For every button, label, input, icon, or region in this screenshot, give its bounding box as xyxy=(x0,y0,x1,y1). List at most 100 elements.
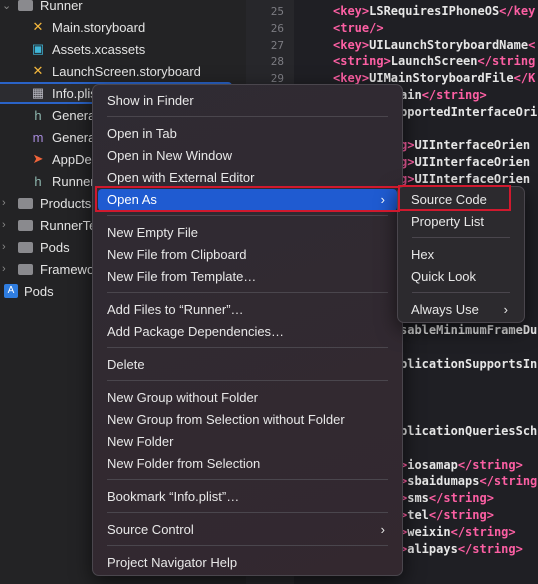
code-token: </string> xyxy=(450,524,516,539)
menu-item-open-in-tab[interactable]: Open in Tab xyxy=(98,123,397,145)
code-token: sbaidumaps xyxy=(407,474,480,489)
code-line: >sms</string> xyxy=(400,491,494,505)
chevron-down-icon[interactable]: ⌄ xyxy=(2,0,11,12)
menu-item-source-control[interactable]: Source Control › xyxy=(98,519,397,541)
code-token: < xyxy=(528,37,536,52)
menu-separator xyxy=(107,347,388,348)
menu-item-label: Open in New Window xyxy=(107,148,232,163)
submenu-item-quick-look[interactable]: Quick Look xyxy=(402,266,520,288)
menu-separator xyxy=(107,215,388,216)
code-token: ain xyxy=(400,88,422,102)
code-token: UIInterfaceOrien xyxy=(414,172,531,186)
sidebar-item-label: Main.storyboard xyxy=(52,19,146,35)
menu-item-new-group-from-selection-without-folder[interactable]: New Group from Selection without Folder xyxy=(98,409,397,431)
code-token: sms xyxy=(407,491,429,506)
sidebar-item-label: Runner xyxy=(52,173,95,189)
code-token: LSRequiresIPhoneOS xyxy=(369,4,500,18)
code-token: UIInterfaceOrien xyxy=(414,138,531,153)
menu-item-label: New Group from Selection without Folder xyxy=(107,412,345,427)
submenu-item-always-use[interactable]: Always Use › xyxy=(402,299,520,321)
code-token: </string> xyxy=(421,88,487,102)
code-token: LaunchScreen xyxy=(390,54,478,69)
menu-item-add-files-to-runner[interactable]: Add Files to “Runner”… xyxy=(98,299,397,321)
menu-item-label: New Empty File xyxy=(107,225,199,240)
code-line: <key>UILaunchStoryboardName< xyxy=(333,38,535,52)
code-token: UILaunchStoryboardName xyxy=(369,37,529,52)
menu-item-new-folder[interactable]: New Folder xyxy=(98,431,397,453)
code-token: plicationSupportsIn xyxy=(400,356,538,371)
menu-item-new-empty-file[interactable]: New Empty File xyxy=(98,222,397,244)
sidebar-item-label: Products xyxy=(40,195,92,211)
code-line: g>UIInterfaceOrien xyxy=(400,172,530,186)
chevron-right-icon: › xyxy=(380,522,385,537)
code-token: <key> xyxy=(333,37,370,52)
submenu-item-hex[interactable]: Hex xyxy=(402,244,520,266)
menu-item-label: Add Files to “Runner”… xyxy=(107,302,244,317)
submenu-item-label: Quick Look xyxy=(411,269,477,284)
menu-item-bookmark-info-plist[interactable]: Bookmark “Info.plist”… xyxy=(98,486,397,508)
code-line: sableMinimumFrameDu xyxy=(400,323,537,337)
submenu-item-label: Property List xyxy=(411,214,484,229)
submenu-item-property-list[interactable]: Property List xyxy=(402,211,520,233)
menu-item-new-file-from-clipboard[interactable]: New File from Clipboard xyxy=(98,244,397,266)
code-line: >alipays</string> xyxy=(400,542,523,556)
code-line: ain</string> xyxy=(400,88,487,102)
line-number: 28 xyxy=(270,55,284,69)
menu-item-project-navigator-help[interactable]: Project Navigator Help xyxy=(98,552,397,574)
code-token: </string> xyxy=(428,491,494,506)
sidebar-item[interactable]: ⌄ Runner xyxy=(0,0,246,16)
sidebar-item[interactable]: ✕ Main.storyboard xyxy=(0,16,246,38)
menu-item-new-folder-from-selection[interactable]: New Folder from Selection xyxy=(98,453,397,475)
code-token: tel xyxy=(407,508,429,522)
chevron-right-icon[interactable]: › xyxy=(2,197,6,209)
menu-item-label: Show in Finder xyxy=(107,93,194,108)
menu-item-new-group-without-folder[interactable]: New Group without Folder xyxy=(98,387,397,409)
menu-item-label: New File from Template… xyxy=(107,269,257,284)
chevron-right-icon[interactable]: › xyxy=(2,241,6,253)
menu-item-show-in-finder[interactable]: Show in Finder xyxy=(98,90,397,112)
code-token: </string> xyxy=(457,541,523,556)
code-token: alipays xyxy=(407,541,458,556)
code-token: sableMinimumFrameDu xyxy=(400,323,538,338)
code-token: plicationQueriesSch xyxy=(400,424,538,438)
menu-item-label: Project Navigator Help xyxy=(107,555,238,570)
menu-separator xyxy=(107,380,388,381)
code-token: </K xyxy=(513,71,536,86)
plist-icon: ▦ xyxy=(31,85,45,100)
submenu-item-label: Always Use xyxy=(411,302,479,317)
objc-file-icon: m xyxy=(32,129,44,145)
sidebar-item[interactable]: ▣ Assets.xcassets xyxy=(0,38,246,60)
code-line: <key>LSRequiresIPhoneOS</key xyxy=(333,4,535,18)
code-line: g>UIInterfaceOrien xyxy=(400,155,530,169)
folder-icon xyxy=(18,197,33,209)
chevron-right-icon[interactable]: › xyxy=(2,263,6,275)
folder-icon xyxy=(18,263,33,275)
code-token: </key xyxy=(499,4,536,18)
menu-item-label: Delete xyxy=(107,357,145,372)
menu-item-add-package-dependencies[interactable]: Add Package Dependencies… xyxy=(98,321,397,343)
menu-item-new-file-from-template[interactable]: New File from Template… xyxy=(98,266,397,288)
code-line: pportedInterfaceOri xyxy=(400,105,537,119)
code-token: </string> xyxy=(457,457,523,472)
asset-catalog-icon: ▣ xyxy=(31,41,45,56)
menu-item-label: Open with External Editor xyxy=(107,170,255,185)
context-menu: Show in Finder Open in Tab Open in New Win… xyxy=(92,84,403,576)
sidebar-item-label: Pods xyxy=(24,283,54,299)
menu-item-label: New Group without Folder xyxy=(107,390,259,405)
sidebar-item-label: Runner xyxy=(40,0,83,13)
code-line: plicationSupportsIn xyxy=(400,357,537,371)
menu-item-label: Bookmark “Info.plist”… xyxy=(107,489,240,504)
folder-icon xyxy=(18,219,33,231)
menu-item-label: Add Package Dependencies… xyxy=(107,324,285,339)
menu-separator xyxy=(412,237,510,238)
sidebar-item-label: Assets.xcassets xyxy=(52,41,146,57)
code-token: pportedInterfaceOri xyxy=(400,104,538,119)
code-token: <true/> xyxy=(333,20,384,35)
menu-item-delete[interactable]: Delete xyxy=(98,354,397,376)
menu-item-open-in-new-window[interactable]: Open in New Window xyxy=(98,145,397,167)
code-token: </string xyxy=(477,54,536,69)
code-line: >tel</string> xyxy=(400,508,494,522)
code-line: g>UIInterfaceOrien xyxy=(400,138,530,152)
sidebar-item[interactable]: ✕ LaunchScreen.storyboard xyxy=(0,60,246,82)
chevron-right-icon[interactable]: › xyxy=(2,219,6,231)
